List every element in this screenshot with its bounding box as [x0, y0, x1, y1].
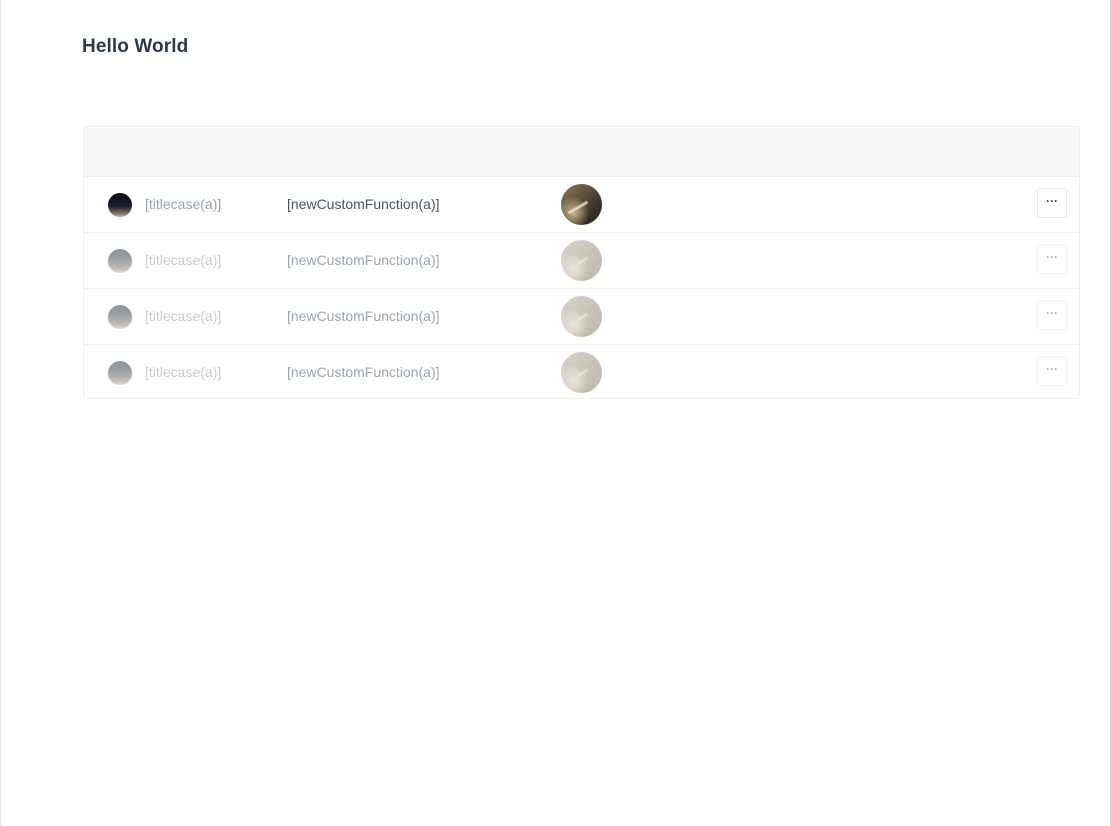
more-options-icon: ··· — [1046, 250, 1058, 264]
more-options-icon: ··· — [1046, 194, 1058, 208]
function-cell: [newCustomFunction(a)] — [287, 196, 440, 212]
photo-thumbnail — [561, 184, 602, 225]
photo-thumbnail — [561, 296, 602, 337]
more-options-icon: ··· — [1046, 306, 1058, 320]
photo-thumbnail — [561, 352, 602, 393]
more-options-button[interactable]: ··· — [1037, 300, 1067, 330]
avatar — [108, 361, 132, 385]
more-options-button[interactable]: ··· — [1037, 356, 1067, 386]
more-options-button[interactable]: ··· — [1037, 244, 1067, 274]
list-item[interactable]: [titlecase(a)] [newCustomFunction(a)] ··… — [84, 345, 1079, 398]
list-item[interactable]: [titlecase(a)] [newCustomFunction(a)] ··… — [84, 233, 1079, 289]
repeating-list: [titlecase(a)] [newCustomFunction(a)] ··… — [83, 126, 1080, 399]
title-cell: [titlecase(a)] — [145, 364, 222, 380]
more-options-button[interactable]: ··· — [1037, 188, 1067, 218]
title-cell: [titlecase(a)] — [145, 196, 222, 212]
avatar — [108, 193, 132, 217]
title-cell: [titlecase(a)] — [145, 308, 222, 324]
list-item[interactable]: [titlecase(a)] [newCustomFunction(a)] ··… — [84, 177, 1079, 233]
function-cell: [newCustomFunction(a)] — [287, 252, 440, 268]
app-frame: Hello World [titlecase(a)] [newCustomFun… — [0, 0, 1112, 826]
avatar — [108, 249, 132, 273]
list-item[interactable]: [titlecase(a)] [newCustomFunction(a)] ··… — [84, 289, 1079, 345]
function-cell: [newCustomFunction(a)] — [287, 308, 440, 324]
photo-thumbnail — [561, 240, 602, 281]
list-header — [84, 127, 1079, 177]
more-options-icon: ··· — [1046, 362, 1058, 376]
avatar — [108, 305, 132, 329]
title-cell: [titlecase(a)] — [145, 252, 222, 268]
page-title: Hello World — [82, 36, 189, 57]
function-cell: [newCustomFunction(a)] — [287, 364, 440, 380]
